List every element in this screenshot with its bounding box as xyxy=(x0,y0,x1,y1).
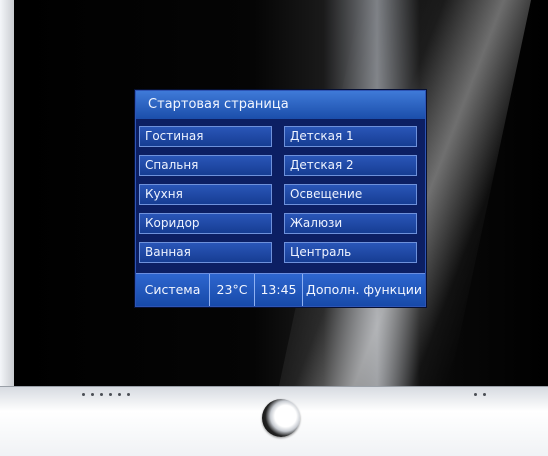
room-button-bedroom[interactable]: Спальня xyxy=(139,155,272,176)
indicator-dot xyxy=(91,393,94,396)
room-button-childrens-room-1[interactable]: Детская 1 xyxy=(284,126,417,147)
status-bar: Система 23°C 13:45 Дополн. функции xyxy=(136,273,425,306)
indicator-dot xyxy=(127,393,130,396)
indicator-dot xyxy=(118,393,121,396)
room-button-hallway[interactable]: Коридор xyxy=(139,213,272,234)
time-readout: 13:45 xyxy=(254,274,302,306)
central-button[interactable]: Централь xyxy=(284,242,417,263)
panel-left-edge xyxy=(0,0,14,386)
indicator-dots-left xyxy=(82,393,130,396)
indicator-dot xyxy=(483,393,486,396)
blinds-button[interactable]: Жалюзи xyxy=(284,213,417,234)
indicator-dot xyxy=(109,393,112,396)
room-button-bathroom[interactable]: Ванная xyxy=(139,242,272,263)
indicator-dot xyxy=(474,393,477,396)
lighting-button[interactable]: Освещение xyxy=(284,184,417,205)
control-knob[interactable] xyxy=(262,399,300,437)
indicator-dots-right xyxy=(474,393,486,396)
room-button-kitchen[interactable]: Кухня xyxy=(139,184,272,205)
indicator-dot xyxy=(100,393,103,396)
indicator-dot xyxy=(82,393,85,396)
touch-screen: Стартовая страница Гостиная Детская 1 Сп… xyxy=(135,90,426,307)
additional-functions-button[interactable]: Дополн. функции xyxy=(302,274,425,306)
room-button-childrens-room-2[interactable]: Детская 2 xyxy=(284,155,417,176)
wall-panel-device: Стартовая страница Гостиная Детская 1 Сп… xyxy=(0,0,548,456)
system-button[interactable]: Система xyxy=(136,274,209,306)
room-button-living-room[interactable]: Гостиная xyxy=(139,126,272,147)
temperature-readout: 23°C xyxy=(209,274,254,306)
screen-title: Стартовая страница xyxy=(136,91,425,119)
